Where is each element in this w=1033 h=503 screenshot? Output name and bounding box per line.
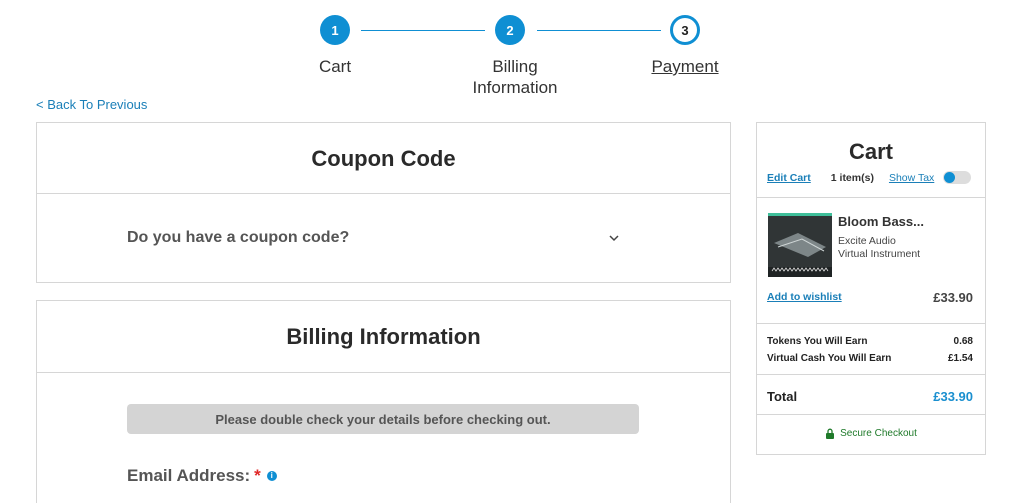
email-label-text: Email Address: bbox=[127, 466, 251, 485]
step-2-number: 2 bbox=[506, 22, 514, 38]
secure-checkout-label: Secure Checkout bbox=[840, 428, 917, 439]
back-to-previous-link[interactable]: < Back To Previous bbox=[36, 97, 147, 112]
total-label: Total bbox=[767, 389, 798, 404]
step-3-label: Payment bbox=[651, 57, 719, 76]
show-tax-toggle[interactable] bbox=[943, 171, 972, 184]
cart-meta-row: Edit Cart 1 item(s) Show Tax bbox=[767, 171, 975, 184]
product-artwork-image bbox=[768, 213, 832, 277]
secure-checkout-button[interactable]: Secure Checkout bbox=[757, 428, 985, 439]
coupon-title: Coupon Code bbox=[311, 146, 456, 171]
coupon-question: Do you have a coupon code? bbox=[127, 229, 350, 246]
tokens-value: 0.68 bbox=[953, 336, 973, 347]
tokens-label: Tokens You Will Earn bbox=[767, 336, 868, 347]
cash-value: £1.54 bbox=[947, 353, 973, 364]
step-2-label-line2: Information bbox=[472, 78, 558, 97]
coupon-toggle[interactable]: Do you have a coupon code? bbox=[127, 229, 620, 247]
step-connector bbox=[537, 30, 661, 31]
divider bbox=[757, 414, 985, 415]
step-3-number: 3 bbox=[681, 22, 689, 38]
show-tax-label[interactable]: Show Tax bbox=[889, 172, 934, 184]
divider bbox=[757, 374, 985, 375]
step-connector bbox=[361, 30, 485, 31]
product-price: £33.90 bbox=[933, 290, 973, 305]
divider bbox=[757, 197, 985, 198]
cash-earn-row: Virtual Cash You Will Earn £1.54 bbox=[767, 353, 973, 364]
divider bbox=[757, 323, 985, 324]
step-1-label[interactable]: Cart bbox=[295, 56, 375, 77]
coupon-panel: Coupon Code Do you have a coupon code? bbox=[36, 122, 731, 283]
cart-summary-panel: Cart Edit Cart 1 item(s) Show Tax Bloom … bbox=[756, 122, 986, 455]
step-1-number: 1 bbox=[331, 22, 339, 38]
product-thumbnail[interactable] bbox=[768, 213, 832, 277]
cart-title: Cart bbox=[848, 139, 893, 164]
info-icon[interactable]: i bbox=[266, 471, 277, 481]
step-2-label[interactable]: Billing Information bbox=[455, 56, 575, 98]
divider bbox=[37, 372, 730, 373]
divider bbox=[37, 193, 730, 194]
step-1-circle[interactable]: 1 bbox=[320, 15, 350, 45]
step-3-circle[interactable]: 3 bbox=[670, 15, 700, 45]
step-2-circle[interactable]: 2 bbox=[495, 15, 525, 45]
toggle-knob bbox=[944, 172, 956, 183]
step-2-label-line1: Billing bbox=[492, 57, 538, 76]
cash-label: Virtual Cash You Will Earn bbox=[767, 353, 892, 364]
item-count: 1 item(s) bbox=[830, 171, 874, 184]
product-type: Virtual Instrument bbox=[838, 248, 921, 260]
tokens-earn-row: Tokens You Will Earn 0.68 bbox=[767, 336, 973, 347]
billing-title: Billing Information bbox=[286, 324, 481, 349]
notice-banner: Please double check your details before … bbox=[127, 404, 639, 434]
lock-icon bbox=[826, 428, 835, 439]
product-name[interactable]: Bloom Bass... bbox=[838, 214, 924, 229]
chevron-down-icon[interactable] bbox=[608, 232, 620, 244]
total-row: Total £33.90 bbox=[767, 389, 973, 404]
required-marker: * bbox=[254, 466, 261, 485]
total-value: £33.90 bbox=[933, 389, 973, 404]
email-field-label: Email Address: * i bbox=[127, 466, 277, 486]
product-vendor: Excite Audio bbox=[838, 235, 896, 247]
edit-cart-link[interactable]: Edit Cart bbox=[767, 172, 811, 184]
add-to-wishlist-link[interactable]: Add to wishlist bbox=[767, 291, 842, 303]
